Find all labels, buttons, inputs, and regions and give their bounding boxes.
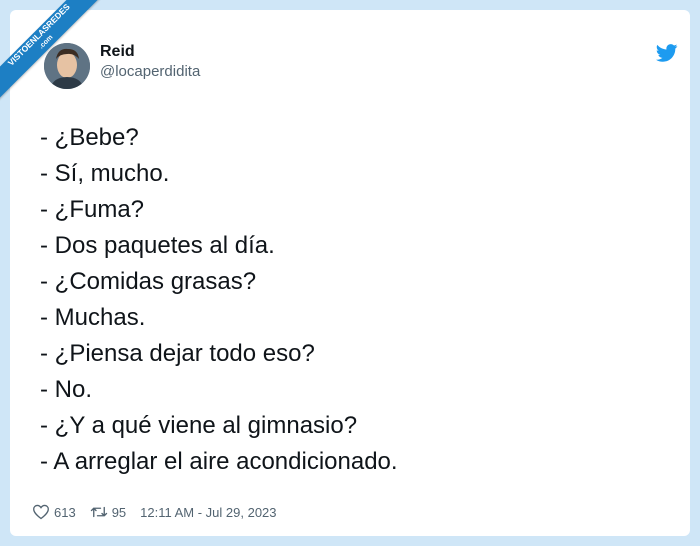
like-button[interactable]: 613 [32, 504, 76, 520]
tweet-line: - Muchas. [40, 304, 146, 331]
tweet-line: - Dos paquetes al día. [40, 232, 275, 259]
watermark-text: VISTOENLASREDES .com [0, 0, 111, 107]
tweet-footer: 613 95 12:11 AM - Jul 29, 2023 [32, 504, 277, 520]
watermark-ribbon: VISTOENLASREDES .com [0, 0, 120, 120]
retweet-count: 95 [111, 504, 127, 520]
retweet-button[interactable]: 95 [90, 505, 126, 520]
retweet-icon [90, 506, 107, 518]
tweet-line: - ¿Comidas grasas? [40, 268, 257, 295]
tweet-text: - ¿Bebe? - Sí, mucho. - ¿Fuma? - Dos paq… [40, 120, 398, 480]
tweet-line: - No. [40, 376, 93, 403]
twitter-bird-icon[interactable] [656, 44, 678, 62]
tweet-line: - ¿Fuma? [40, 196, 145, 223]
like-count: 613 [54, 504, 76, 520]
heart-icon [33, 504, 49, 520]
tweet-line: - ¿Piensa dejar todo eso? [40, 340, 315, 367]
tweet-line: - ¿Bebe? [40, 124, 139, 151]
tweet-timestamp[interactable]: 12:11 AM - Jul 29, 2023 [140, 505, 276, 520]
watermark-line1: VISTOENLASREDES [5, 1, 72, 68]
tweet-line: - A arreglar el aire acondicionado. [40, 448, 398, 475]
tweet-line: - ¿Y a qué viene al gimnasio? [40, 412, 358, 439]
tweet-line: - Sí, mucho. [40, 160, 170, 187]
